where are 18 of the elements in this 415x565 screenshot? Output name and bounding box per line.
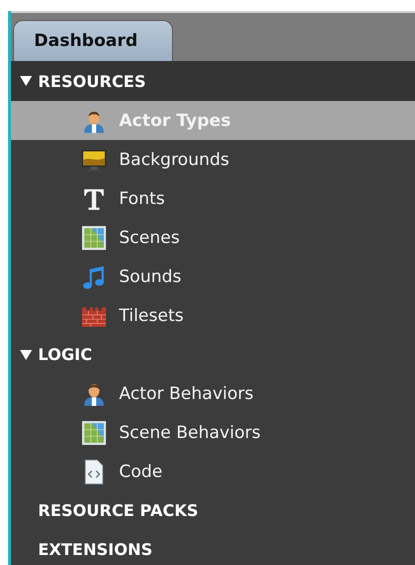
tree-item[interactable]: Sounds <box>11 257 415 296</box>
expand-triangle-icon[interactable] <box>19 348 33 360</box>
tree-item[interactable]: Fonts <box>11 179 415 218</box>
tree-item[interactable]: Actor Behaviors <box>11 374 415 413</box>
tree-item[interactable]: Code <box>11 452 415 491</box>
tree-item[interactable]: Scene Behaviors <box>11 413 415 452</box>
dashboard-tab[interactable]: Dashboard <box>13 20 173 61</box>
section-header[interactable]: RESOURCE PACKS <box>38 501 198 520</box>
tree-item[interactable]: Backgrounds <box>11 140 415 179</box>
map-icon <box>81 224 107 250</box>
music-note-icon <box>81 264 107 290</box>
tree-item[interactable]: Tilesets <box>11 296 415 335</box>
section-header[interactable]: RESOURCES <box>38 72 146 90</box>
map-icon <box>81 420 107 446</box>
section-header[interactable]: EXTENSIONS <box>38 540 152 559</box>
tree-item[interactable]: Scenes <box>11 218 415 257</box>
section-header[interactable]: LOGIC <box>38 345 92 364</box>
expand-triangle-icon[interactable] <box>19 75 33 87</box>
